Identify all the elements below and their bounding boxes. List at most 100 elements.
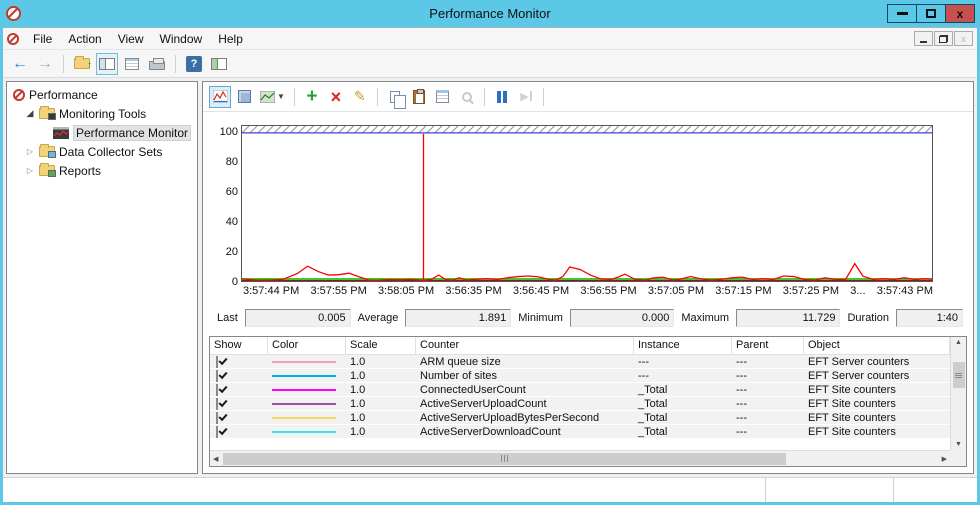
minimize-button[interactable] <box>887 4 917 23</box>
expander-collapsed-icon[interactable]: ▷ <box>25 147 35 156</box>
zoom-button[interactable] <box>456 86 478 108</box>
view-current-activity-button[interactable] <box>209 86 231 108</box>
table-row[interactable]: 1.0 ConnectedUserCount _Total --- EFT Si… <box>210 383 950 397</box>
properties-icon <box>436 90 449 103</box>
toolbar-separator <box>175 55 176 73</box>
mdi-restore-button[interactable] <box>934 31 953 46</box>
stat-value-duration: 1:40 <box>896 309 963 327</box>
export-list-button[interactable] <box>121 53 143 75</box>
x-tick-label: 3:57:05 PM <box>648 285 704 297</box>
tree-item-monitoring-tools[interactable]: ◢ Monitoring Tools <box>7 104 197 123</box>
delete-counter-button[interactable]: × <box>325 86 347 108</box>
log-data-icon <box>238 90 251 103</box>
cell-object: EFT Site counters <box>804 412 950 424</box>
mdi-minimize-button[interactable] <box>914 31 933 46</box>
horizontal-scroll-thumb[interactable] <box>223 453 785 465</box>
table-row[interactable]: 1.0 Number of sites --- --- EFT Server c… <box>210 369 950 383</box>
help-button[interactable]: ? <box>183 53 205 75</box>
forward-button[interactable]: → <box>34 53 56 75</box>
tree-item-performance-monitor[interactable]: Performance Monitor <box>7 123 197 142</box>
stat-label-last: Last <box>217 312 238 324</box>
scroll-up-icon[interactable]: ▲ <box>955 337 962 348</box>
x-tick-label: 3:57:15 PM <box>715 285 771 297</box>
cell-scale: 1.0 <box>346 398 416 410</box>
table-row[interactable]: 1.0 ActiveServerDownloadCount _Total ---… <box>210 425 950 439</box>
column-header-show[interactable]: Show <box>210 337 268 354</box>
stat-label-duration: Duration <box>847 312 889 324</box>
x-tick-label: 3:56:45 PM <box>513 285 569 297</box>
horizontal-scrollbar[interactable]: ◀ ▶ <box>210 450 950 466</box>
show-checkbox[interactable] <box>216 426 218 438</box>
add-counter-button[interactable]: + <box>301 86 323 108</box>
menu-help[interactable]: Help <box>210 30 251 48</box>
menu-action[interactable]: Action <box>60 30 109 48</box>
table-row[interactable]: 1.0 ARM queue size --- --- EFT Server co… <box>210 355 950 369</box>
mdi-close-button[interactable]: x <box>954 31 973 46</box>
tree-item-reports[interactable]: ▷ Reports <box>7 161 197 180</box>
expander-expanded-icon[interactable]: ◢ <box>25 108 35 119</box>
toolbar-separator <box>63 55 64 73</box>
show-checkbox[interactable] <box>216 370 218 382</box>
tree-item-data-collector-sets[interactable]: ▷ Data Collector Sets <box>7 142 197 161</box>
menu-view[interactable]: View <box>110 30 152 48</box>
cell-scale: 1.0 <box>346 426 416 438</box>
show-checkbox[interactable] <box>216 356 218 368</box>
back-button[interactable]: ← <box>9 53 31 75</box>
scroll-right-icon[interactable]: ▶ <box>939 455 950 463</box>
expander-collapsed-icon[interactable]: ▷ <box>25 166 35 175</box>
column-header-parent[interactable]: Parent <box>732 337 804 354</box>
update-data-button[interactable]: ▶ <box>515 86 537 108</box>
change-graph-type-button[interactable]: ▼ <box>257 86 288 108</box>
cell-scale: 1.0 <box>346 384 416 396</box>
y-tick-label: 0 <box>232 276 238 288</box>
chart-toolbar: ▼ + × ✎ ▶ <box>203 82 973 112</box>
delete-icon: × <box>331 88 342 106</box>
print-button[interactable] <box>146 53 168 75</box>
window-title: Performance Monitor <box>0 6 980 21</box>
freeze-display-button[interactable] <box>491 86 513 108</box>
vertical-scrollbar[interactable]: ▲ ▼ <box>950 337 966 450</box>
column-header-instance[interactable]: Instance <box>634 337 732 354</box>
close-button[interactable]: x <box>945 4 975 23</box>
performance-graph <box>241 125 933 282</box>
scroll-left-icon[interactable]: ◀ <box>210 455 221 463</box>
cell-object: EFT Server counters <box>804 370 950 382</box>
counter-legend-table: Show Color Scale Counter Instance Parent… <box>209 336 967 467</box>
maximize-button[interactable] <box>916 4 946 23</box>
show-checkbox[interactable] <box>216 384 218 396</box>
copy-properties-button[interactable] <box>384 86 406 108</box>
y-tick-label: 80 <box>226 156 238 168</box>
scroll-down-icon[interactable]: ▼ <box>955 439 962 450</box>
show-checkbox[interactable] <box>216 398 218 410</box>
show-hide-console-tree-button[interactable] <box>96 53 118 75</box>
column-header-counter[interactable]: Counter <box>416 337 634 354</box>
table-row[interactable]: 1.0 ActiveServerUploadBytesPerSecond _To… <box>210 411 950 425</box>
show-checkbox[interactable] <box>216 412 218 424</box>
vertical-scroll-thumb[interactable] <box>953 362 965 388</box>
counter-color-line <box>272 389 336 391</box>
view-log-data-button[interactable] <box>233 86 255 108</box>
column-header-object[interactable]: Object <box>804 337 950 354</box>
toolbar-separator <box>377 88 378 106</box>
paste-counter-list-button[interactable] <box>408 86 430 108</box>
table-row[interactable]: 1.0 ActiveServerUploadCount _Total --- E… <box>210 397 950 411</box>
column-header-scale[interactable]: Scale <box>346 337 416 354</box>
back-icon: ← <box>12 56 28 72</box>
cell-object: EFT Server counters <box>804 356 950 368</box>
clipboard-icon <box>413 90 425 104</box>
column-header-color[interactable]: Color <box>268 337 346 354</box>
properties-button[interactable] <box>432 86 454 108</box>
graph-plot-area <box>242 126 932 281</box>
printer-icon <box>149 61 165 70</box>
menu-file[interactable]: File <box>25 30 60 48</box>
tree-item-performance[interactable]: Performance <box>7 85 197 104</box>
toolbar-separator <box>294 88 295 106</box>
data-collector-sets-folder-icon <box>39 146 55 157</box>
highlight-button[interactable]: ✎ <box>349 86 371 108</box>
up-folder-button[interactable]: ↑ <box>71 53 93 75</box>
cell-parent: --- <box>732 412 804 424</box>
show-hide-action-pane-button[interactable] <box>208 53 230 75</box>
reports-folder-icon <box>39 165 55 176</box>
menu-window[interactable]: Window <box>152 30 211 48</box>
cell-counter: ConnectedUserCount <box>416 384 634 396</box>
